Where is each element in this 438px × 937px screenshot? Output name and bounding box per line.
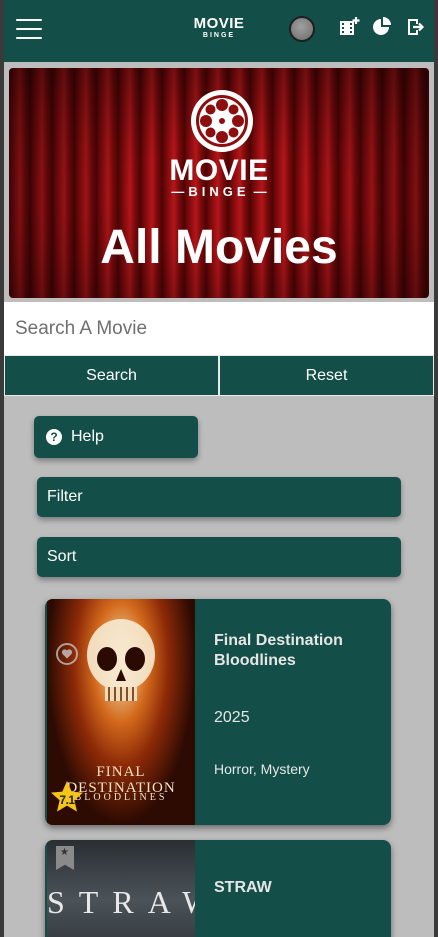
logo-text: MOVIE [193,15,245,32]
rating-value: 7.1 [59,793,75,807]
help-icon: ? [46,429,62,445]
skull-artwork [87,619,155,701]
favorite-heart-icon[interactable] [56,643,78,665]
stats-pie-icon[interactable] [371,16,393,38]
top-navbar: MOVIE BINGE [4,0,434,62]
hamburger-menu-icon[interactable] [16,19,42,39]
help-label: Help [71,428,104,445]
movie-title: STRAW [214,879,272,896]
app-frame: MOVIE BINGE MOVIE — BINGE — All Movies S… [4,0,434,937]
page-title: All Movies [100,221,338,274]
reset-button[interactable]: Reset [219,355,434,396]
rating-star-icon: 7.1 [49,779,85,815]
sort-label: Sort [47,548,77,565]
search-actions: Search Reset [4,355,434,396]
help-button[interactable]: ? Help [34,416,198,458]
bookmark-icon[interactable] [56,846,74,870]
sort-button[interactable]: Sort [37,537,401,577]
filter-label: Filter [47,488,83,505]
poster-title: STRAW [47,884,195,920]
film-reel-icon [191,90,253,152]
banner-subbrand: BINGE [9,184,429,200]
movie-title: Final Destination Bloodlines [214,632,343,669]
add-movie-icon[interactable] [338,16,360,38]
movie-card[interactable]: FINAL DESTINATION BLOODLINES 7.1 Final D… [45,599,391,825]
app-logo[interactable]: MOVIE BINGE [192,16,246,40]
filter-button[interactable]: Filter [37,477,401,517]
logout-icon[interactable] [404,16,426,38]
hero-banner: MOVIE BINGE All Movies [9,68,429,298]
movie-card[interactable]: STRAW STRAW [45,840,391,937]
logo-subtext: BINGE [202,32,236,39]
movie-genres: Horror, Mystery [214,761,310,777]
movie-poster[interactable]: STRAW [47,840,195,937]
movie-year: 2025 [214,709,250,726]
avatar[interactable] [289,16,315,42]
banner-brand: MOVIE [169,154,269,187]
movie-poster[interactable]: FINAL DESTINATION BLOODLINES 7.1 [47,599,195,825]
search-input[interactable] [4,302,434,355]
search-button[interactable]: Search [4,355,219,396]
